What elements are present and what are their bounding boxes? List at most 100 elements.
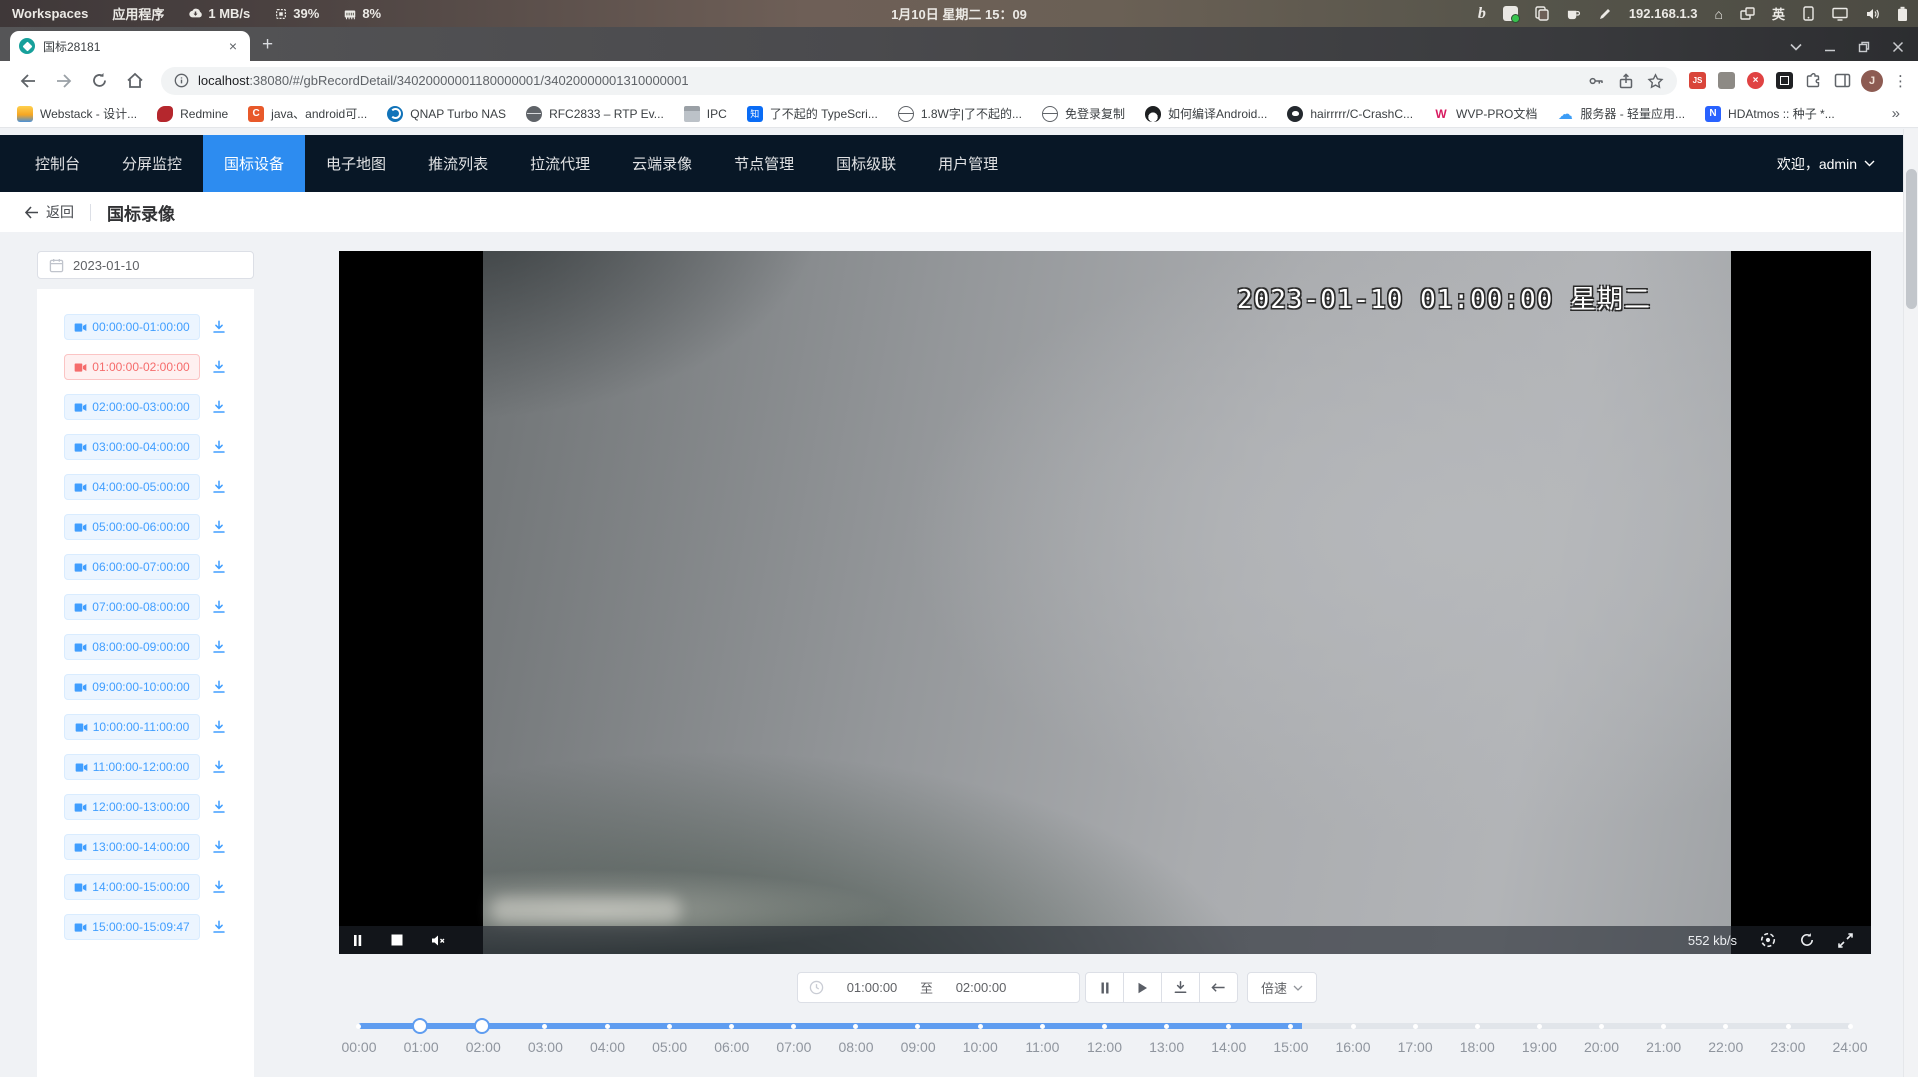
recording-segment-button[interactable]: 12:00:00-13:00:00: [64, 794, 200, 820]
download-icon[interactable]: [211, 359, 227, 375]
time-range-picker[interactable]: 至: [797, 972, 1080, 1003]
window-minimize-button[interactable]: [1824, 41, 1836, 53]
battery-icon[interactable]: [1897, 6, 1908, 22]
js-extension-icon[interactable]: JS: [1689, 72, 1706, 89]
snapshot-icon[interactable]: [1760, 932, 1776, 948]
bookmark-item[interactable]: 如何编译Android...: [1136, 102, 1276, 125]
pen-icon[interactable]: [1598, 7, 1612, 21]
nav-item[interactable]: 国标设备: [203, 135, 305, 192]
bookmark-item[interactable]: WVP-PRO文档: [1424, 102, 1546, 125]
address-bar[interactable]: localhost:38080/#/gbRecordDetail/3402000…: [161, 67, 1677, 95]
new-tab-button[interactable]: +: [262, 34, 273, 56]
bookmark-star-icon[interactable]: [1647, 73, 1664, 89]
clipboard-icon[interactable]: [1535, 6, 1549, 21]
bookmark-item[interactable]: Redmine: [148, 103, 237, 125]
input-method-indicator[interactable]: 英: [1772, 4, 1785, 23]
window-switcher-icon[interactable]: [1740, 7, 1755, 21]
bookmark-item[interactable]: Webstack - 设计...: [8, 102, 146, 125]
scrollbar-thumb[interactable]: [1906, 169, 1917, 309]
recording-segment-button[interactable]: 09:00:00-10:00:00: [64, 674, 200, 700]
recording-segment-button[interactable]: 13:00:00-14:00:00: [64, 834, 200, 860]
date-input[interactable]: [73, 258, 203, 273]
bookmark-item[interactable]: IPC: [675, 103, 736, 125]
tab-close-icon[interactable]: ×: [225, 38, 241, 54]
nav-item[interactable]: 用户管理: [917, 135, 1019, 192]
window-close-button[interactable]: [1892, 41, 1904, 53]
page-scrollbar[interactable]: [1903, 129, 1918, 1077]
tab-search-icon[interactable]: [1790, 43, 1802, 51]
recording-segment-button[interactable]: 04:00:00-05:00:00: [64, 474, 200, 500]
network-indicator[interactable]: 1 MB/s: [188, 6, 250, 21]
download-icon[interactable]: [211, 559, 227, 575]
download-icon[interactable]: [211, 439, 227, 455]
side-panel-icon[interactable]: [1834, 73, 1851, 88]
download-icon[interactable]: [211, 519, 227, 535]
keepass-extension-icon[interactable]: [1718, 72, 1735, 89]
bookmark-item[interactable]: 1.8W字|了不起的...: [889, 102, 1031, 125]
timeline-slider[interactable]: [358, 1012, 1851, 1040]
range-end-input[interactable]: [933, 980, 1029, 995]
nav-item[interactable]: 控制台: [14, 135, 101, 192]
recording-segment-button[interactable]: 14:00:00-15:00:00: [64, 874, 200, 900]
bing-icon[interactable]: b: [1478, 5, 1486, 23]
download-icon[interactable]: [211, 679, 227, 695]
bookmark-item[interactable]: 服务器 - 轻量应用...: [1548, 102, 1694, 125]
recording-segment-button[interactable]: 11:00:00-12:00:00: [64, 754, 200, 780]
bookmark-item[interactable]: 了不起的 TypeScri...: [738, 102, 887, 125]
pause-icon[interactable]: [352, 934, 363, 947]
window-restore-button[interactable]: [1858, 41, 1870, 53]
applications-button[interactable]: 应用程序: [112, 4, 164, 23]
nav-item[interactable]: 推流列表: [407, 135, 509, 192]
memory-indicator[interactable]: 8%: [343, 6, 381, 21]
nav-item[interactable]: 拉流代理: [509, 135, 611, 192]
download-icon[interactable]: [211, 839, 227, 855]
download-icon[interactable]: [211, 319, 227, 335]
user-menu[interactable]: 欢迎，admin: [1777, 154, 1875, 174]
pause-button[interactable]: [1085, 972, 1124, 1003]
timeline-handle-start[interactable]: [412, 1018, 428, 1034]
fullscreen-icon[interactable]: [1838, 933, 1853, 948]
browser-tab[interactable]: 国标28181 ×: [10, 31, 250, 61]
home-button-icon[interactable]: [126, 72, 144, 89]
bookmark-item[interactable]: hairrrrr/C-CrashC...: [1278, 103, 1422, 125]
range-start-input[interactable]: [824, 980, 920, 995]
recording-segment-button[interactable]: 15:00:00-15:09:47: [64, 914, 200, 940]
nav-item[interactable]: 国标级联: [815, 135, 917, 192]
notifier-app-icon[interactable]: [1503, 6, 1518, 21]
reload-icon[interactable]: [91, 72, 108, 89]
nav-item[interactable]: 云端录像: [611, 135, 713, 192]
password-key-icon[interactable]: [1588, 73, 1605, 89]
download-icon[interactable]: [211, 639, 227, 655]
back-button[interactable]: 返回: [24, 202, 74, 222]
phonelink-icon[interactable]: [1802, 6, 1815, 21]
nav-item[interactable]: 电子地图: [305, 135, 407, 192]
profile-avatar[interactable]: J: [1861, 70, 1883, 92]
bookmark-item[interactable]: RFC2833 – RTP Ev...: [517, 103, 673, 125]
bookmark-item[interactable]: HDAtmos :: 种子 *...: [1696, 102, 1844, 125]
extensions-puzzle-icon[interactable]: [1805, 72, 1822, 89]
bookmarks-overflow-icon[interactable]: »: [1892, 105, 1910, 122]
recording-segment-button[interactable]: 05:00:00-06:00:00: [64, 514, 200, 540]
site-info-icon[interactable]: [174, 73, 189, 88]
seek-back-button[interactable]: [1199, 972, 1238, 1003]
download-icon[interactable]: [211, 879, 227, 895]
workspaces-button[interactable]: Workspaces: [12, 6, 88, 21]
volume-icon[interactable]: [1865, 7, 1880, 21]
date-picker[interactable]: [37, 251, 254, 279]
recording-segment-button[interactable]: 08:00:00-09:00:00: [64, 634, 200, 660]
refresh-icon[interactable]: [1799, 932, 1815, 948]
dark-extension-icon[interactable]: [1776, 72, 1793, 89]
download-icon[interactable]: [211, 719, 227, 735]
home-icon[interactable]: ⌂: [1715, 6, 1723, 22]
download-icon[interactable]: [211, 799, 227, 815]
display-icon[interactable]: [1832, 7, 1848, 21]
download-icon[interactable]: [211, 919, 227, 935]
bookmark-item[interactable]: QNAP Turbo NAS: [378, 103, 515, 125]
nav-item[interactable]: 分屏监控: [101, 135, 203, 192]
recording-segment-button[interactable]: 03:00:00-04:00:00: [64, 434, 200, 460]
mute-icon[interactable]: [431, 934, 446, 947]
bookmark-item[interactable]: java、android可...: [239, 102, 376, 125]
recording-segment-button[interactable]: 07:00:00-08:00:00: [64, 594, 200, 620]
download-icon[interactable]: [211, 479, 227, 495]
video-player[interactable]: 2023-01-10 01:00:00 星期二 552 kb/s: [339, 251, 1871, 954]
